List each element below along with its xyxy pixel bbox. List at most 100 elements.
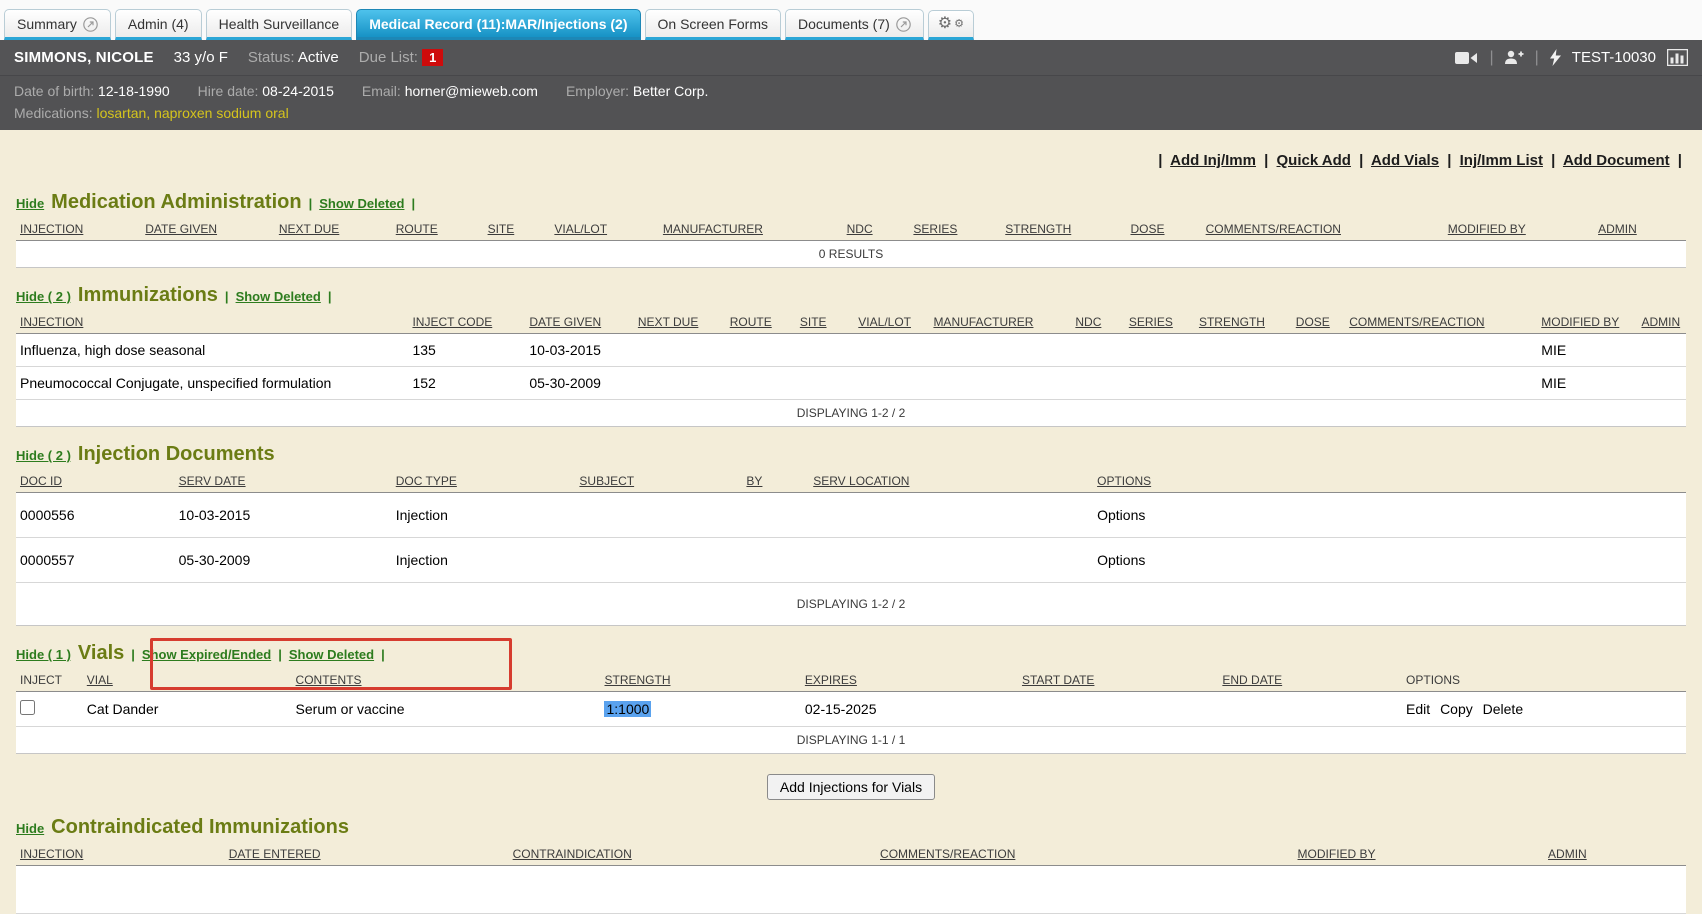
column-header[interactable]: BY xyxy=(746,474,762,488)
separator: | xyxy=(309,196,313,211)
column-header[interactable]: DATE GIVEN xyxy=(529,315,601,329)
tab-summary[interactable]: Summary xyxy=(4,9,111,40)
column-header[interactable]: MODIFIED BY xyxy=(1298,847,1376,861)
show-expired-ended-link[interactable]: Show Expired/Ended xyxy=(142,647,271,662)
lightning-icon[interactable] xyxy=(1550,49,1561,66)
column-header[interactable]: MANUFACTURER xyxy=(663,222,763,236)
tab-settings[interactable]: ⚙⚙ xyxy=(928,10,974,40)
column-header[interactable]: DOC ID xyxy=(20,474,62,488)
column-header[interactable]: NEXT DUE xyxy=(638,315,698,329)
column-header[interactable]: EXPIRES xyxy=(805,673,857,687)
tab-admin[interactable]: Admin (4) xyxy=(115,9,202,40)
external-link-icon xyxy=(896,17,911,32)
column-header[interactable]: MODIFIED BY xyxy=(1541,315,1619,329)
table-row[interactable]: Influenza, high dose seasonal 135 10-03-… xyxy=(16,334,1686,367)
column-header[interactable]: SERIES xyxy=(913,222,957,236)
table-row[interactable]: Pneumococcal Conjugate, unspecified form… xyxy=(16,367,1686,400)
section-medication-administration: Hide Medication Administration | Show De… xyxy=(16,191,1686,268)
column-header[interactable]: INJECTION xyxy=(20,315,83,329)
column-header[interactable]: DATE GIVEN xyxy=(145,222,217,236)
column-header[interactable]: DOSE xyxy=(1131,222,1165,236)
chart-icon[interactable] xyxy=(1667,49,1688,66)
date-given-cell: 05-30-2009 xyxy=(525,367,634,400)
empty-cells xyxy=(575,493,1093,538)
show-deleted-link[interactable]: Show Deleted xyxy=(289,647,374,662)
column-header[interactable]: ROUTE xyxy=(730,315,772,329)
add-vials-link[interactable]: Add Vials xyxy=(1371,152,1439,169)
column-header[interactable]: NDC xyxy=(1075,315,1101,329)
hide-link[interactable]: Hide ( 1 ) xyxy=(16,647,71,662)
column-header[interactable]: INJECTION xyxy=(20,222,83,236)
column-header[interactable]: MANUFACTURER xyxy=(933,315,1033,329)
column-header[interactable]: SERV LOCATION xyxy=(813,474,909,488)
column-header[interactable]: VIAL/LOT xyxy=(858,315,911,329)
column-header[interactable]: DOC TYPE xyxy=(396,474,457,488)
vial-row-checkbox[interactable] xyxy=(20,700,35,715)
quick-add-link[interactable]: Quick Add xyxy=(1277,152,1351,169)
table-row[interactable]: 0000557 05-30-2009 Injection Options xyxy=(16,538,1686,583)
add-document-link[interactable]: Add Document xyxy=(1563,152,1670,169)
add-inj-imm-link[interactable]: Add Inj/Imm xyxy=(1170,152,1256,169)
hide-link[interactable]: Hide xyxy=(16,821,44,836)
column-header[interactable]: SITE xyxy=(488,222,515,236)
hide-link[interactable]: Hide ( 2 ) xyxy=(16,289,71,304)
column-header[interactable]: NDC xyxy=(847,222,873,236)
inj-imm-list-link[interactable]: Inj/Imm List xyxy=(1460,152,1543,169)
column-header[interactable]: ADMIN xyxy=(1598,222,1637,236)
column-header[interactable]: CONTRAINDICATION xyxy=(513,847,632,861)
contraindicated-immunizations-table: INJECTION DATE ENTERED CONTRAINDICATION … xyxy=(16,842,1686,866)
options-link[interactable]: Options xyxy=(1097,507,1145,523)
column-header[interactable]: STRENGTH xyxy=(1199,315,1265,329)
column-header[interactable]: DOSE xyxy=(1296,315,1330,329)
add-user-icon[interactable] xyxy=(1505,50,1524,65)
table-row[interactable]: 0000556 10-03-2015 Injection Options xyxy=(16,493,1686,538)
column-header[interactable]: VIAL/LOT xyxy=(554,222,607,236)
hide-link[interactable]: Hide ( 2 ) xyxy=(16,448,71,463)
options-link[interactable]: Options xyxy=(1097,552,1145,568)
column-header[interactable]: END DATE xyxy=(1222,673,1282,687)
edit-link[interactable]: Edit xyxy=(1406,701,1430,717)
column-header[interactable]: INJECTION xyxy=(20,847,83,861)
medications-list[interactable]: losartan, naproxen sodium oral xyxy=(96,105,288,121)
patient-id: TEST-10030 xyxy=(1572,49,1656,66)
column-header[interactable]: SERIES xyxy=(1129,315,1173,329)
video-camera-icon[interactable] xyxy=(1455,51,1478,65)
column-header[interactable]: NEXT DUE xyxy=(279,222,339,236)
due-list-badge[interactable]: 1 xyxy=(422,49,443,66)
column-header[interactable]: MODIFIED BY xyxy=(1448,222,1526,236)
separator: | xyxy=(1551,152,1555,169)
column-header[interactable]: VIAL xyxy=(87,673,113,687)
date-given-cell: 10-03-2015 xyxy=(525,334,634,367)
delete-link[interactable]: Delete xyxy=(1483,701,1523,717)
column-header[interactable]: ADMIN xyxy=(1641,315,1680,329)
column-header[interactable]: COMMENTS/REACTION xyxy=(1206,222,1341,236)
column-header[interactable]: START DATE xyxy=(1022,673,1094,687)
copy-link[interactable]: Copy xyxy=(1440,701,1473,717)
column-header[interactable]: STRENGTH xyxy=(1005,222,1071,236)
column-header[interactable]: SITE xyxy=(800,315,827,329)
start-date-cell xyxy=(1018,692,1218,727)
column-header[interactable]: INJECT CODE xyxy=(412,315,492,329)
tab-medical-record[interactable]: Medical Record (11):MAR/Injections (2) xyxy=(356,9,640,40)
column-header[interactable]: CONTENTS xyxy=(296,673,362,687)
table-row[interactable]: Cat Dander Serum or vaccine 1:1000 02-15… xyxy=(16,692,1686,727)
column-header[interactable]: SERV DATE xyxy=(179,474,246,488)
hide-link[interactable]: Hide xyxy=(16,196,44,211)
column-header[interactable]: COMMENTS/REACTION xyxy=(880,847,1015,861)
displaying-text: DISPLAYING 1-2 / 2 xyxy=(16,583,1686,626)
column-header[interactable]: SUBJECT xyxy=(579,474,634,488)
column-header[interactable]: COMMENTS/REACTION xyxy=(1349,315,1484,329)
tab-health-surveillance[interactable]: Health Surveillance xyxy=(206,9,353,40)
column-header[interactable]: ADMIN xyxy=(1548,847,1587,861)
column-header[interactable]: ROUTE xyxy=(396,222,438,236)
column-header[interactable]: DATE ENTERED xyxy=(229,847,321,861)
add-injections-for-vials-button[interactable]: Add Injections for Vials xyxy=(767,774,935,800)
tab-on-screen-forms[interactable]: On Screen Forms xyxy=(645,9,781,40)
button-row: Add Injections for Vials xyxy=(16,754,1686,810)
column-header[interactable]: STRENGTH xyxy=(604,673,670,687)
separator: | xyxy=(1447,152,1451,169)
show-deleted-link[interactable]: Show Deleted xyxy=(236,289,321,304)
column-header[interactable]: OPTIONS xyxy=(1097,474,1151,488)
show-deleted-link[interactable]: Show Deleted xyxy=(319,196,404,211)
tab-documents[interactable]: Documents (7) xyxy=(785,9,924,40)
